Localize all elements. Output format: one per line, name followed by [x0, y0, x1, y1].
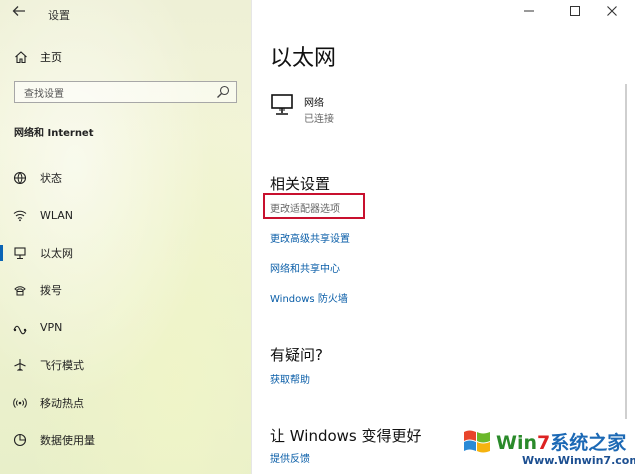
- network-item[interactable]: [270, 92, 296, 122]
- globe-icon: [13, 171, 27, 185]
- improve-windows-heading: 让 Windows 变得更好: [270, 427, 422, 445]
- scrollbar[interactable]: [625, 84, 627, 419]
- data-usage-icon: [13, 433, 27, 447]
- sidebar-item-label: 数据使用量: [40, 434, 95, 448]
- airplane-icon: [13, 358, 27, 372]
- maximize-button[interactable]: [566, 5, 584, 20]
- related-settings-heading: 相关设置: [270, 175, 331, 193]
- advanced-sharing-settings-link[interactable]: 更改高级共享设置: [270, 230, 350, 245]
- network-name: 网络: [304, 98, 324, 109]
- dialup-icon: [13, 283, 27, 297]
- give-feedback-link[interactable]: 提供反馈: [270, 450, 310, 465]
- windows-flag-icon: [464, 430, 490, 453]
- vpn-icon: [13, 321, 27, 335]
- sidebar-item-label: 飞行模式: [40, 359, 84, 373]
- ethernet-monitor-icon: [271, 94, 293, 115]
- sidebar-item-wlan[interactable]: WLAN: [0, 197, 251, 235]
- sidebar-item-vpn[interactable]: VPN: [0, 309, 251, 347]
- home-icon: [15, 51, 27, 64]
- change-adapter-options-link[interactable]: 更改适配器选项: [270, 200, 340, 215]
- maximize-icon: [570, 6, 580, 16]
- hotspot-icon: [13, 396, 27, 410]
- sidebar-item-label: WLAN: [40, 208, 74, 222]
- sidebar-item-label: 状态: [40, 171, 62, 185]
- back-arrow-icon: [12, 6, 25, 16]
- watermark-brand-cn: 系统之家: [550, 432, 627, 454]
- sidebar-item-mobile-hotspot[interactable]: 移动热点: [0, 384, 251, 422]
- watermark-brand: Win7系统之家: [496, 428, 626, 455]
- get-help-link[interactable]: 获取帮助: [270, 371, 310, 386]
- section-title: 网络和 Internet: [14, 128, 94, 139]
- sidebar-item-label: VPN: [40, 321, 63, 335]
- ethernet-icon: [13, 246, 27, 260]
- sidebar-item-label: 移动热点: [40, 396, 84, 410]
- sidebar-item-label: 以太网: [40, 246, 73, 260]
- sidebar-item-label: 拨号: [40, 284, 62, 298]
- network-sharing-center-link[interactable]: 网络和共享中心: [270, 260, 340, 275]
- sidebar-nav: 状态 WLAN 以太网 拨号 VPN 飞行模式 移动热点 数据使用量: [0, 159, 251, 459]
- windows-firewall-link[interactable]: Windows 防火墙: [270, 290, 348, 305]
- page-title: 以太网: [270, 46, 337, 71]
- minimize-icon: [524, 10, 534, 12]
- home-label: 主页: [40, 51, 62, 64]
- minimize-button[interactable]: [520, 5, 538, 20]
- search-input[interactable]: [15, 84, 204, 105]
- back-button[interactable]: [12, 4, 32, 22]
- sidebar-item-airplane-mode[interactable]: 飞行模式: [0, 347, 251, 385]
- home-nav-item[interactable]: 主页: [14, 49, 62, 65]
- network-status: 已连接: [304, 114, 334, 125]
- sidebar-item-dialup[interactable]: 拨号: [0, 272, 251, 310]
- close-button[interactable]: [603, 5, 621, 20]
- sidebar-item-ethernet[interactable]: 以太网: [0, 234, 251, 272]
- sidebar-item-status[interactable]: 状态: [0, 159, 251, 197]
- app-title: 设置: [48, 9, 70, 22]
- wifi-icon: [13, 208, 27, 222]
- search-icon[interactable]: [216, 85, 230, 99]
- navigation-pane: 设置 主页 网络和 Internet 状态 WLAN 以太网 拨号 VPN: [0, 0, 252, 474]
- close-icon: [607, 6, 617, 16]
- search-box[interactable]: [14, 81, 237, 105]
- title-bar: 设置: [0, 0, 251, 28]
- sidebar-item-data-usage[interactable]: 数据使用量: [0, 422, 251, 460]
- watermark-url: Www.Winwin7.com: [522, 454, 635, 467]
- watermark-brand-win: Win: [496, 432, 537, 454]
- help-heading: 有疑问?: [270, 346, 323, 364]
- watermark-logo: Win7系统之家 Www.Winwin7.com: [460, 420, 635, 472]
- watermark-brand-seven: 7: [537, 432, 551, 454]
